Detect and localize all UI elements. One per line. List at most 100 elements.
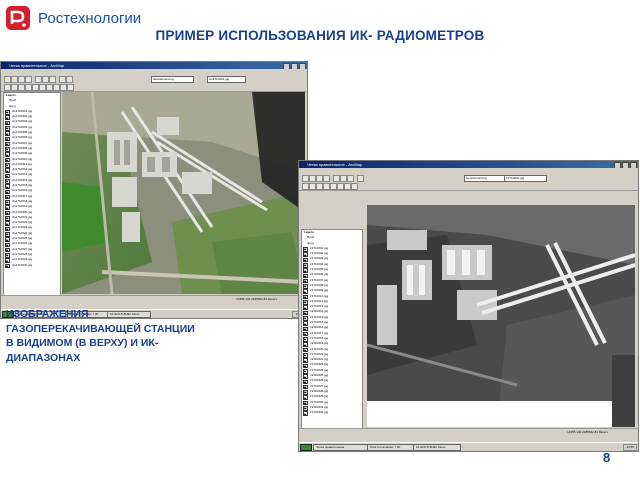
aerial-visible-image [62, 92, 305, 294]
toc-layer-item-label: ir1710010.jpg [310, 293, 329, 298]
identify-icon[interactable] [53, 84, 60, 91]
open-icon[interactable] [11, 76, 18, 83]
windows-taskbar: Четка правительное Total Commander 7.0b … [299, 442, 638, 451]
full-extent-icon[interactable] [25, 84, 32, 91]
save-icon[interactable] [316, 175, 323, 182]
toc-layer-item-label: ir1710006.jpg [310, 272, 329, 277]
caption-line: В ВИДИМОМ (В ВЕРХУ) И ИК- [6, 337, 159, 349]
new-doc-icon[interactable] [4, 76, 11, 83]
map-view-infrared[interactable] [367, 205, 635, 427]
pan-icon[interactable] [18, 84, 25, 91]
toc-layer-item-label: vis1710014.jpg [12, 177, 33, 182]
start-button[interactable] [300, 444, 312, 451]
table-of-contents[interactable]: Layers Проб Jpeg ir1710001.jpg ir1710002.jpg… [301, 229, 363, 429]
toc-root-label: Layers [304, 230, 314, 234]
redo-icon[interactable] [66, 76, 73, 83]
window-titlebar: Четка правительное - ArcMap [1, 62, 307, 70]
toc-subgroup-label: Jpeg [307, 240, 314, 245]
full-extent-icon[interactable] [323, 183, 330, 190]
toc-layer-item-label: vis1710018.jpg [12, 198, 33, 203]
toc-layer-item-label: ir1710015.jpg [310, 320, 329, 325]
zoom-in-icon[interactable] [4, 84, 11, 91]
pan-icon[interactable] [316, 183, 323, 190]
toc-layer-item-label: vis1710021.jpg [12, 214, 33, 219]
toc-root-label: Layers [6, 93, 16, 97]
undo-icon[interactable] [357, 175, 364, 182]
map-view-visible[interactable] [62, 92, 305, 294]
print-icon[interactable] [25, 76, 32, 83]
task-button[interactable]: Total Commander 7.0b [367, 444, 415, 451]
cut-icon[interactable] [35, 76, 42, 83]
toc-layer-item-label: vis1710001.jpg [12, 108, 33, 113]
undo-icon[interactable] [59, 76, 66, 83]
task-button[interactable]: 1F-ENCS 8H3C Mosc [413, 444, 461, 451]
task-button[interactable]: Четка правительное [313, 444, 369, 451]
window-title: Четка правительное - ArcMap [307, 162, 363, 167]
toc-group-label: Проб [9, 98, 17, 103]
toc-layer-item-label: ir1710014.jpg [310, 314, 329, 319]
zoom-out-icon[interactable] [309, 183, 316, 190]
toc-layer-item-label: ir1710009.jpg [310, 288, 329, 293]
layer-dropdown[interactable]: vis1710001.jpg [207, 76, 246, 83]
page-number: 8 [603, 450, 611, 465]
toc-layer-item-label: ir1710027.jpg [310, 383, 329, 388]
copy-icon[interactable] [340, 175, 347, 182]
toc-layer-item-label: ir1710001.jpg [310, 245, 329, 250]
layer-visibility-checkbox[interactable] [5, 263, 10, 269]
toc-layer-item-label: vis1710020.jpg [12, 209, 33, 214]
toc-layer-item-label: vis1710004.jpg [12, 124, 33, 129]
toc-layer-item-label: ir1710003.jpg [310, 256, 329, 261]
toc-layer-item-label: ir1710025.jpg [310, 373, 329, 378]
toc-layer-item-label: vis1710015.jpg [12, 183, 33, 188]
measure-icon[interactable] [67, 84, 74, 91]
copy-icon[interactable] [42, 76, 49, 83]
toc-layer-item-label: ir1710026.jpg [310, 378, 329, 383]
layer-dropdown[interactable]: ir1710001.jpg [504, 175, 547, 182]
new-doc-icon[interactable] [302, 175, 309, 182]
tools-toolbar [299, 182, 638, 191]
back-icon[interactable] [32, 84, 39, 91]
image-caption: ИЗОБРАЖЕНИЯ ГАЗОПЕРЕКАЧИВАЮЩЕЙ СТАНЦИИ В… [6, 307, 246, 365]
georef-dropdown[interactable]: Georeferencing [464, 175, 509, 182]
select-icon[interactable] [344, 183, 351, 190]
toc-layer-item-label: ir1710016.jpg [310, 325, 329, 330]
save-icon[interactable] [18, 76, 25, 83]
toc-layer-item-label: vis1710009.jpg [12, 151, 33, 156]
find-icon[interactable] [60, 84, 67, 91]
layer-visibility-checkbox[interactable] [303, 411, 308, 416]
toc-layer-item-label: ir1710032.jpg [310, 410, 329, 415]
identify-icon[interactable] [351, 183, 358, 190]
toc-layer-item-label: ir1710012.jpg [310, 304, 329, 309]
cut-icon[interactable] [333, 175, 340, 182]
georef-dropdown[interactable]: Georeferencing [151, 76, 194, 83]
forward-icon[interactable] [39, 84, 46, 91]
back-icon[interactable] [330, 183, 337, 190]
paste-icon[interactable] [347, 175, 354, 182]
toc-layer-item-label: vis1710008.jpg [12, 145, 33, 150]
forward-icon[interactable] [337, 183, 344, 190]
print-icon[interactable] [323, 175, 330, 182]
toc-subgroup-label: Jpeg [9, 103, 16, 108]
toc-layer-item-label: ir1710017.jpg [310, 330, 329, 335]
toc-layer-item-label: vis1710003.jpg [12, 119, 33, 124]
paste-icon[interactable] [49, 76, 56, 83]
logo-text: Ростехнологии [38, 9, 142, 27]
toc-layer-item-label: ir1710013.jpg [310, 309, 329, 314]
toc-layer-item[interactable]: vis1710030.jpg [4, 263, 60, 269]
toc-layer-item[interactable]: ir1710032.jpg [302, 410, 362, 416]
zoom-out-icon[interactable] [11, 84, 18, 91]
system-clock: 13:55 [623, 444, 637, 451]
zoom-in-icon[interactable] [302, 183, 309, 190]
window-titlebar: Четка правительное - ArcMap [299, 161, 638, 169]
window-title: Четка правительное - ArcMap [9, 63, 65, 68]
table-of-contents[interactable]: Layers Проб Jpeg vis1710001.jpg vis1710002.j… [3, 92, 61, 296]
toc-layer-item-label: vis1710027.jpg [12, 246, 33, 251]
toc-layer-item-label: ir1710008.jpg [310, 282, 329, 287]
select-icon[interactable] [46, 84, 53, 91]
toc-layer-item-label: vis1710029.jpg [12, 257, 33, 262]
toc-layer-item-label: vis1710023.jpg [12, 225, 33, 230]
toc-layer-item-label: vis1710016.jpg [12, 188, 33, 193]
toc-layer-item-label: ir1710021.jpg [310, 351, 329, 356]
toc-layer-item-label: ir1710030.jpg [310, 399, 329, 404]
open-icon[interactable] [309, 175, 316, 182]
